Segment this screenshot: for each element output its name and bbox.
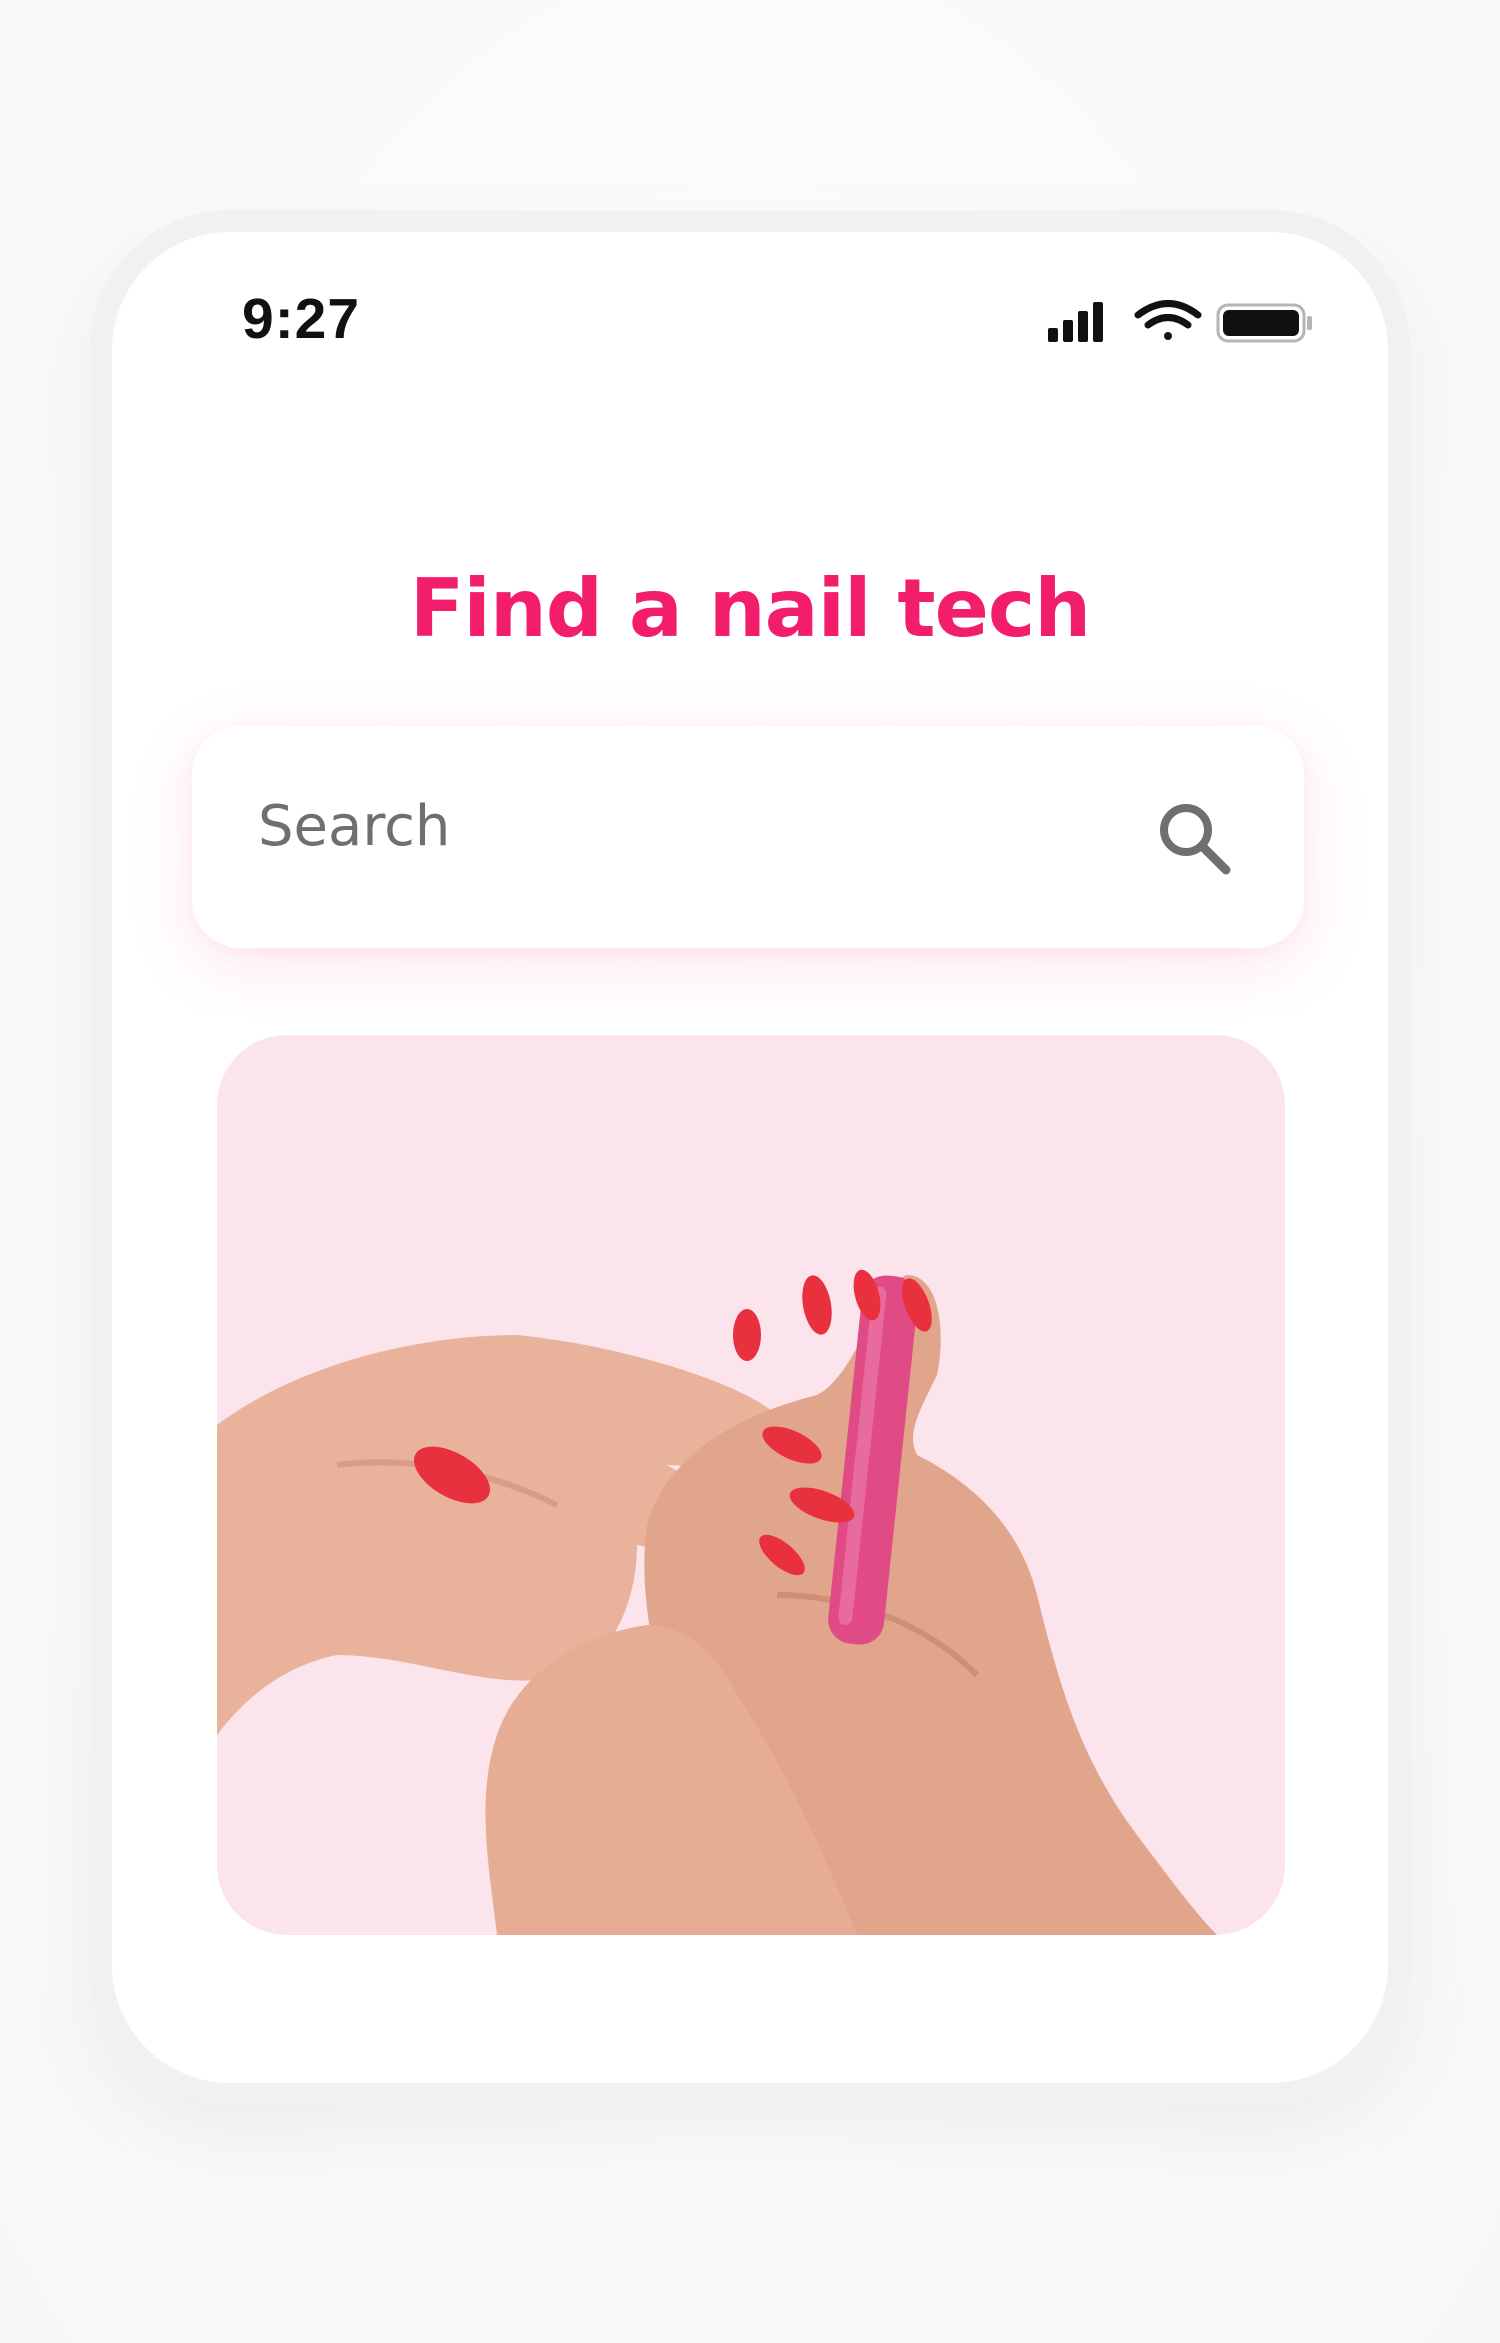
status-icons [1048,300,1312,343]
hands-illustration [217,1269,1217,1935]
page-title: Find a nail tech [409,562,1091,655]
search-placeholder: Search [258,794,451,859]
search-icon[interactable] [1154,798,1234,878]
status-bar: 9:27 [112,232,1388,382]
hero-image [217,1035,1285,1935]
wifi-icon [1134,300,1202,340]
search-input[interactable]: Search [192,726,1304,948]
phone-screen: 9:27 Find a nail tech Search [112,232,1388,2083]
status-time: 9:27 [242,287,361,351]
cellular-signal-icon [1048,302,1103,342]
battery-icon [1216,303,1312,343]
